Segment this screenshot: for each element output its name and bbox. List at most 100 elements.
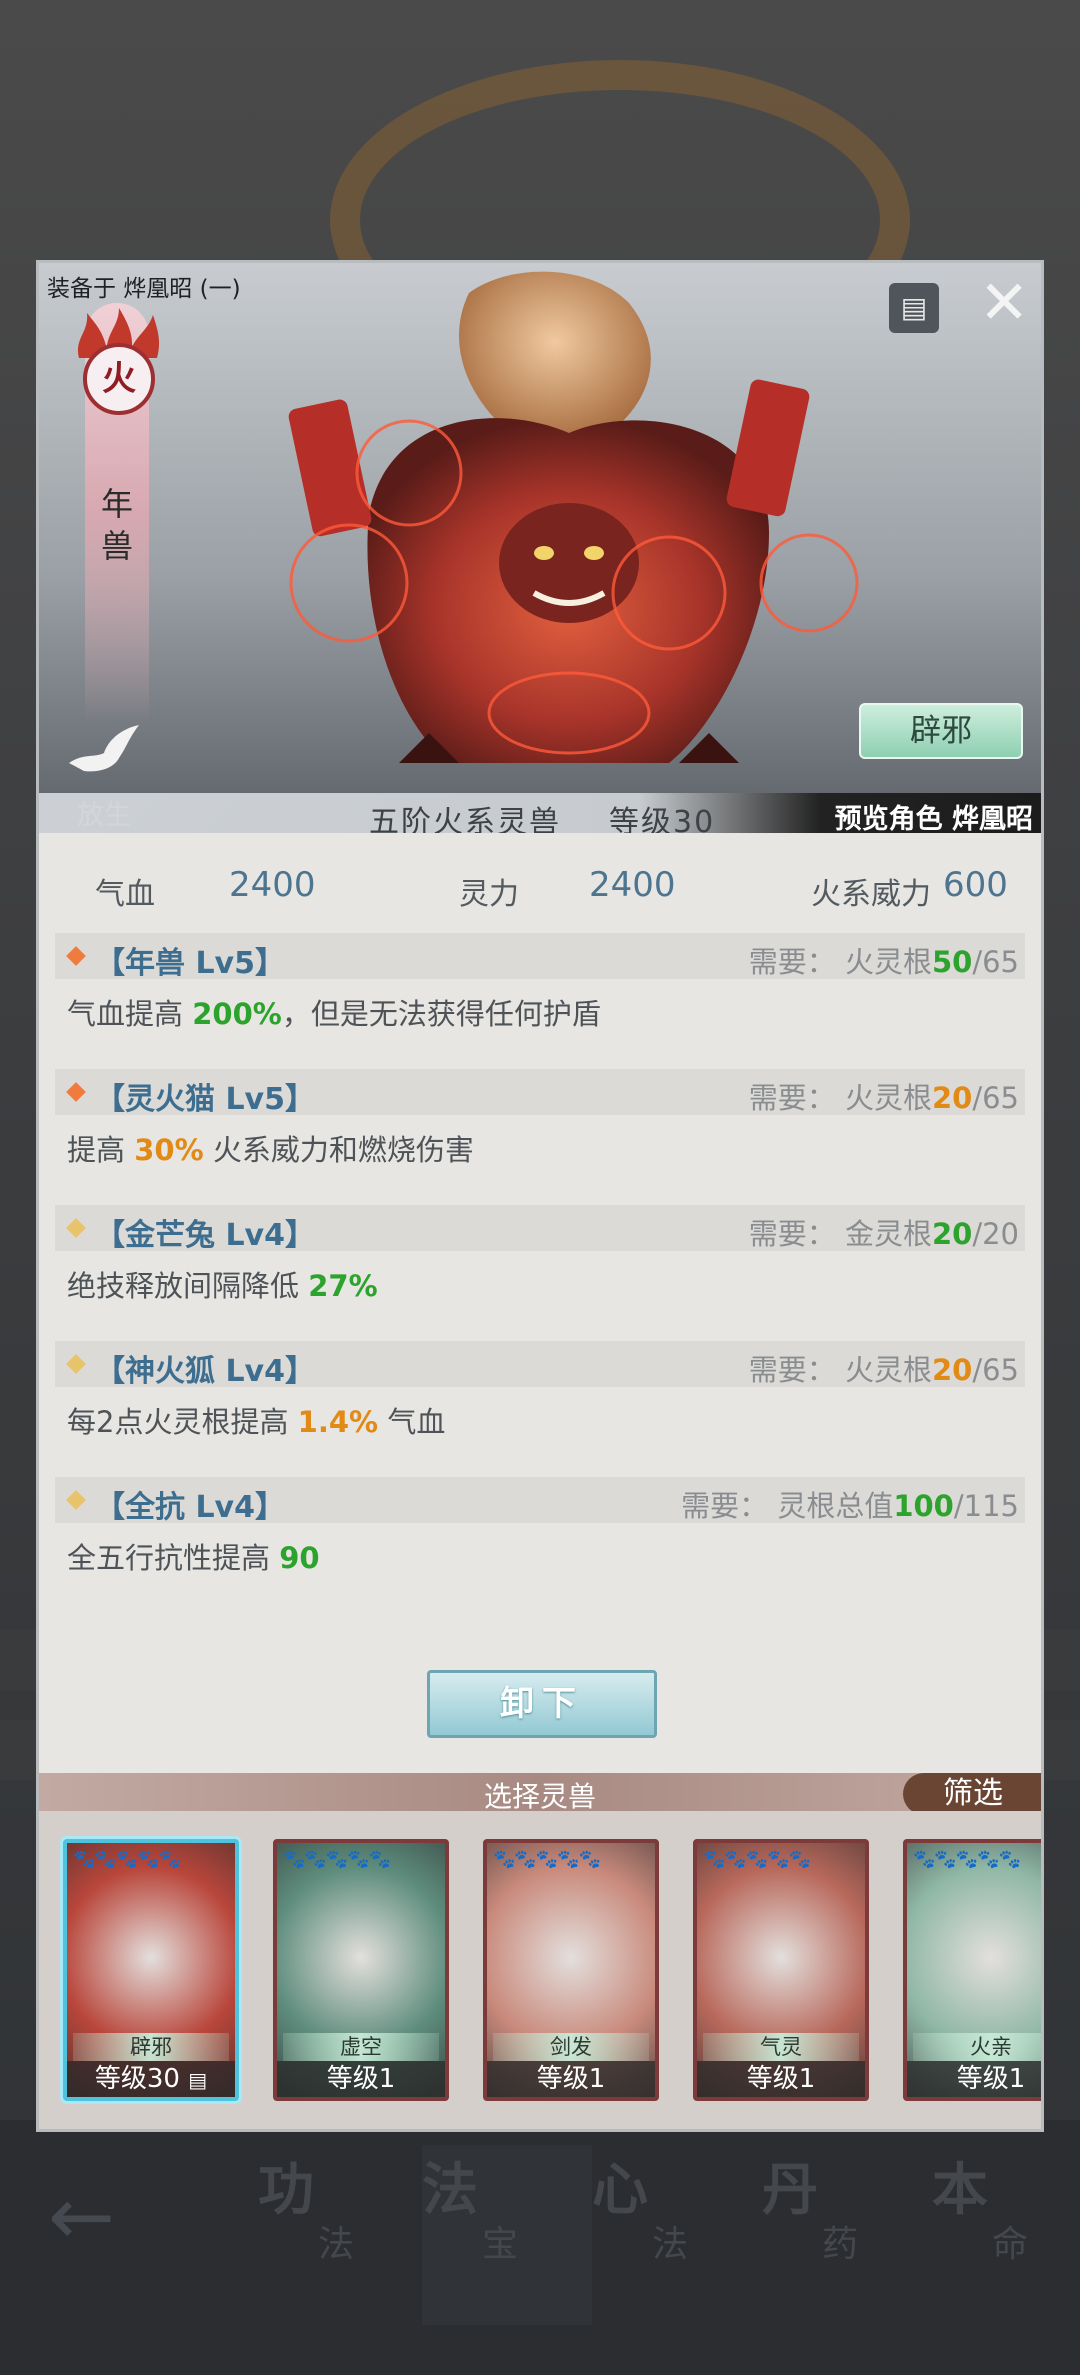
req-prefix: 需要： 灵根总值: [681, 1489, 894, 1523]
beast-card[interactable]: 🐾🐾🐾🐾🐾 剑发 等级1: [483, 1839, 659, 2101]
nav-big-char: 本: [932, 2157, 988, 2223]
skill-item: 【年兽 Lv5】 需要： 火灵根50/65 气血提高 200%，但是无法获得任何…: [55, 933, 1025, 1069]
skill-requirement: 需要： 灵根总值100/115: [681, 1483, 1019, 1525]
equipped-on-label: 装备于 烨凰昭 (一): [47, 276, 241, 302]
beast-card-level: 等级30 ▤: [67, 2061, 235, 2097]
req-max: /20: [972, 1217, 1019, 1251]
spirit-value: 2400: [589, 865, 676, 905]
desc-post: 火系威力和燃烧伤害: [203, 1133, 474, 1167]
skill-header: 【神火狐 Lv4】 需要： 火灵根20/65: [55, 1341, 1025, 1389]
skill-name: 【全抗 Lv4】: [95, 1490, 285, 1525]
close-icon[interactable]: ✕: [979, 273, 1029, 333]
nav-big-char: 功: [258, 2157, 314, 2223]
nav-item-xinfa[interactable]: 心 法: [592, 2145, 762, 2325]
beast-illustration: [288, 271, 859, 763]
desc-pre: 绝技释放间隔降低: [67, 1269, 309, 1303]
beast-card-level: 等级1: [277, 2061, 445, 2097]
level-text: 等级30: [94, 2064, 180, 2094]
desc-post: ，但是无法获得任何护盾: [281, 997, 601, 1031]
beast-card-list: 🐾🐾🐾🐾🐾 辟邪 等级30 ▤ 🐾🐾🐾🐾🐾 虚空 等级1 🐾🐾🐾🐾🐾 剑发 等级…: [39, 1811, 1041, 2129]
nav-item-benming[interactable]: 本 命: [932, 2145, 1080, 2325]
req-current: 50: [931, 945, 973, 979]
tier-bar: 五阶火系灵兽 等级30 预览角色 烨凰昭: [39, 793, 1041, 833]
spirit-beast-modal: 火 年兽 装备于 烨凰昭 (一) ▤ ✕ 辟邪 五阶火系灵兽 等级30 预览角色…: [36, 260, 1044, 2132]
nav-small-char: 宝: [482, 2224, 519, 2265]
star-rating: 🐾🐾🐾🐾🐾: [703, 1849, 811, 1870]
skill-name: 【灵火猫 Lv5】: [95, 1082, 315, 1117]
unload-button[interactable]: 卸下: [427, 1670, 657, 1738]
beast-card[interactable]: 🐾🐾🐾🐾🐾 气灵 等级1: [693, 1839, 869, 2101]
nav-item-danyao[interactable]: 丹 药: [762, 2145, 932, 2325]
skill-name: 【金芒兔 Lv4】: [95, 1218, 315, 1253]
desc-value: 27%: [308, 1269, 378, 1303]
req-prefix: 需要： 火灵根: [748, 945, 932, 979]
req-max: /65: [972, 1353, 1019, 1387]
level-text: 等级1: [956, 2064, 1026, 2094]
arrow-left-icon[interactable]: ←: [48, 2170, 115, 2263]
desc-value: 30%: [134, 1133, 204, 1167]
level-text: 等级1: [746, 2064, 816, 2094]
req-prefix: 需要： 火灵根: [748, 1081, 932, 1115]
desc-value: 1.4%: [297, 1405, 379, 1439]
beast-card-level: 等级1: [697, 2061, 865, 2097]
preview-character-link[interactable]: 预览角色 烨凰昭: [835, 797, 1033, 833]
nav-item-gongfa[interactable]: 功 法: [258, 2145, 428, 2325]
select-beast-bar: 选择灵兽: [39, 1773, 1041, 1813]
skill-name: 【年兽 Lv5】: [95, 946, 285, 981]
level-text: 等级1: [536, 2064, 606, 2094]
req-current: 100: [893, 1489, 954, 1523]
nav-small-char: 命: [992, 2224, 1029, 2265]
dove-icon: [69, 725, 139, 772]
nav-item-fabao[interactable]: 法 宝: [422, 2145, 592, 2325]
skill-description: 提高 30% 火系威力和燃烧伤害: [67, 1127, 474, 1169]
skill-description: 每2点火灵根提高 1.4% 气血: [67, 1399, 445, 1441]
req-max: /65: [972, 1081, 1019, 1115]
star-rating: 🐾🐾🐾🐾🐾: [913, 1849, 1021, 1870]
fire-power-label: 火系威力: [811, 877, 931, 912]
skill-item: 【金芒兔 Lv4】 需要： 金灵根20/20 绝技释放间隔降低 27%: [55, 1205, 1025, 1341]
nav-big-char: 丹: [762, 2157, 818, 2223]
beast-name-button[interactable]: 辟邪: [859, 703, 1023, 759]
beast-card-level: 等级1: [487, 2061, 655, 2097]
star-rating: 🐾🐾🐾🐾🐾: [283, 1849, 391, 1870]
chest-icon: ▤: [188, 2068, 208, 2092]
req-current: 20: [931, 1353, 973, 1387]
star-rating: 🐾🐾🐾🐾🐾: [73, 1849, 181, 1870]
skill-item: 【灵火猫 Lv5】 需要： 火灵根20/65 提高 30% 火系威力和燃烧伤害: [55, 1069, 1025, 1205]
nav-big-char: 心: [592, 2157, 648, 2223]
skill-header: 【年兽 Lv5】 需要： 火灵根50/65: [55, 933, 1025, 981]
beast-card-name: 虚空: [283, 2033, 439, 2061]
diamond-icon: [66, 1354, 86, 1374]
stats-row: 气血 2400 灵力 2400 火系威力 600: [39, 835, 1041, 935]
req-max: /115: [953, 1489, 1019, 1523]
beast-card[interactable]: 🐾🐾🐾🐾🐾 火亲 等级1: [903, 1839, 1041, 2101]
desc-post: 气血: [378, 1405, 446, 1439]
skill-requirement: 需要： 火灵根50/65: [749, 939, 1019, 981]
filter-button[interactable]: 筛选: [903, 1773, 1041, 1815]
beast-card-name: 剑发: [493, 2033, 649, 2061]
chest-icon[interactable]: ▤: [889, 283, 939, 333]
skill-requirement: 需要： 金灵根20/20: [749, 1211, 1019, 1253]
tier-level: 等级30: [609, 805, 716, 833]
beast-card-level: 等级1: [907, 2061, 1041, 2097]
skill-header: 【灵火猫 Lv5】 需要： 火灵根20/65: [55, 1069, 1025, 1117]
nav-small-char: 药: [822, 2224, 859, 2265]
diamond-icon: [66, 1082, 86, 1102]
skill-requirement: 需要： 火灵根20/65: [749, 1075, 1019, 1117]
beast-hero-panel: 火 年兽 装备于 烨凰昭 (一) ▤ ✕ 辟邪 五阶火系灵兽 等级30 预览角色…: [39, 263, 1041, 833]
nav-big-char: 法: [422, 2157, 478, 2223]
select-beast-title: 选择灵兽: [483, 1780, 596, 1813]
spirit-label: 灵力: [459, 877, 519, 912]
desc-pre: 每2点火灵根提高: [67, 1405, 298, 1439]
level-text: 等级1: [326, 2064, 396, 2094]
skill-description: 绝技释放间隔降低 27%: [67, 1263, 378, 1305]
desc-value: 90: [279, 1541, 320, 1575]
tier-text: 五阶火系灵兽: [369, 805, 561, 833]
skill-requirement: 需要： 火灵根20/65: [749, 1347, 1019, 1389]
diamond-icon: [66, 946, 86, 966]
skill-item: 【全抗 Lv4】 需要： 灵根总值100/115 全五行抗性提高 90: [55, 1477, 1025, 1613]
desc-pre: 全五行抗性提高: [67, 1541, 280, 1575]
beast-card[interactable]: 🐾🐾🐾🐾🐾 虚空 等级1: [273, 1839, 449, 2101]
req-current: 20: [931, 1081, 973, 1115]
beast-card[interactable]: 🐾🐾🐾🐾🐾 辟邪 等级30 ▤: [63, 1839, 239, 2101]
